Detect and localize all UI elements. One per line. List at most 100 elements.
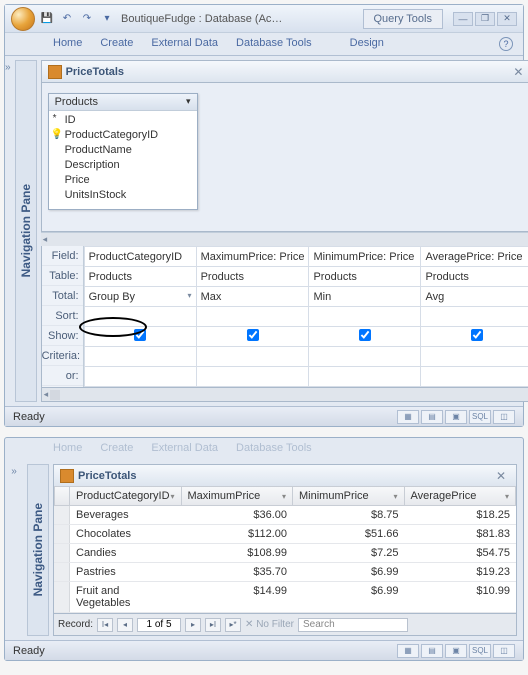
row-selector[interactable]: [54, 563, 70, 581]
table-row[interactable]: Beverages$36.00$8.75$18.25: [54, 506, 516, 525]
cell-cat[interactable]: Beverages: [70, 506, 182, 524]
table-row[interactable]: Chocolates$112.00$51.66$81.83: [54, 525, 516, 544]
col-productcategoryid[interactable]: ProductCategoryID▾: [70, 486, 182, 506]
cell-table-1[interactable]: Products: [196, 267, 309, 287]
table-menu-icon[interactable]: ▾: [186, 96, 191, 108]
cell-min[interactable]: $51.66: [293, 525, 405, 543]
col-averageprice[interactable]: AveragePrice▾: [405, 486, 517, 506]
tab-externaldata[interactable]: External Data: [151, 37, 218, 49]
field-description[interactable]: Description: [65, 158, 195, 173]
close-button[interactable]: ✕: [497, 12, 517, 26]
table-row[interactable]: Fruit and Vegetables$14.99$6.99$10.99: [54, 582, 516, 613]
cell-table-3[interactable]: Products: [421, 267, 528, 287]
total-dropdown-icon[interactable]: ▾: [188, 291, 192, 300]
contextual-tab-querytools[interactable]: Query Tools: [363, 9, 444, 29]
navigation-pane-collapsed-2[interactable]: Navigation Pane: [27, 464, 49, 636]
cell-max[interactable]: $108.99: [182, 544, 294, 562]
recnav-position[interactable]: [137, 618, 181, 632]
cell-or-3[interactable]: [421, 367, 528, 387]
table-products[interactable]: Products▾ * 💡 ID ProductCategoryID Produ…: [48, 93, 198, 210]
row-selector[interactable]: [54, 582, 70, 612]
view-datasheet-icon-2[interactable]: ▦: [397, 644, 419, 658]
cell-table-2[interactable]: Products: [309, 267, 421, 287]
cell-or-2[interactable]: [309, 367, 421, 387]
view-pivotchart-icon-2[interactable]: ▣: [445, 644, 467, 658]
cell-avg[interactable]: $19.23: [405, 563, 517, 581]
recnav-next-button[interactable]: ▸: [185, 618, 201, 632]
tab-databasetools[interactable]: Database Tools: [236, 37, 312, 49]
recnav-last-button[interactable]: ▸I: [205, 618, 221, 632]
table-row[interactable]: Pastries$35.70$6.99$19.23: [54, 563, 516, 582]
shutterbar-toggle[interactable]: »: [5, 56, 11, 406]
row-selector-header[interactable]: [54, 486, 70, 506]
tab-home[interactable]: Home: [53, 37, 82, 49]
cell-avg[interactable]: $81.83: [405, 525, 517, 543]
help-icon[interactable]: ?: [499, 37, 513, 51]
object-tab-2[interactable]: PriceTotals ✕: [53, 464, 517, 486]
recnav-nofilter[interactable]: ✕ No Filter: [245, 619, 294, 630]
cell-sort-0[interactable]: [84, 307, 196, 327]
field-id[interactable]: ID: [65, 113, 195, 128]
show-checkbox-0[interactable]: [134, 329, 146, 341]
cell-min[interactable]: $8.75: [293, 506, 405, 524]
navigation-pane-collapsed[interactable]: Navigation Pane: [15, 60, 37, 402]
cell-min[interactable]: $6.99: [293, 563, 405, 581]
view-pivotchart-icon[interactable]: ▣: [445, 410, 467, 424]
tab-design[interactable]: Design: [350, 37, 384, 49]
cell-total-3[interactable]: Avg: [421, 287, 528, 307]
field-price[interactable]: Price: [65, 173, 195, 188]
table-row[interactable]: Candies$108.99$7.25$54.75: [54, 544, 516, 563]
cell-criteria-3[interactable]: [421, 347, 528, 367]
cell-total-0[interactable]: Group By▾: [84, 287, 196, 307]
cell-field-2[interactable]: MinimumPrice: Price: [309, 247, 421, 267]
cell-show-0[interactable]: [84, 327, 196, 347]
show-checkbox-1[interactable]: [247, 329, 259, 341]
field-unitsinstock[interactable]: UnitsInStock: [65, 188, 195, 203]
cell-cat[interactable]: Fruit and Vegetables: [70, 582, 182, 612]
restore-button[interactable]: ❐: [475, 12, 495, 26]
cell-cat[interactable]: Candies: [70, 544, 182, 562]
view-sql-icon[interactable]: SQL: [469, 410, 491, 424]
cell-avg[interactable]: $18.25: [405, 506, 517, 524]
qbe-columns[interactable]: ProductCategoryID MaximumPrice: Price Mi…: [84, 246, 528, 387]
diagram-hscroll[interactable]: ◂▸: [41, 232, 528, 246]
object-tab[interactable]: PriceTotals ✕: [41, 60, 528, 82]
cell-sort-1[interactable]: [196, 307, 309, 327]
undo-icon[interactable]: ↶: [59, 11, 75, 27]
view-pivottable-icon[interactable]: ▤: [421, 410, 443, 424]
tab-create[interactable]: Create: [100, 37, 133, 49]
recnav-prev-button[interactable]: ◂: [117, 618, 133, 632]
cell-field-1[interactable]: MaximumPrice: Price: [196, 247, 309, 267]
row-selector[interactable]: [54, 525, 70, 543]
cell-total-1[interactable]: Max: [196, 287, 309, 307]
minimize-button[interactable]: —: [453, 12, 473, 26]
show-checkbox-3[interactable]: [471, 329, 483, 341]
recnav-first-button[interactable]: I◂: [97, 618, 113, 632]
datasheet[interactable]: ProductCategoryID▾ MaximumPrice▾ Minimum…: [53, 486, 517, 614]
cell-criteria-0[interactable]: [84, 347, 196, 367]
tab-close-icon[interactable]: ✕: [509, 65, 527, 79]
cell-show-2[interactable]: [309, 327, 421, 347]
cell-field-0[interactable]: ProductCategoryID: [84, 247, 196, 267]
cell-min[interactable]: $6.99: [293, 582, 405, 612]
show-checkbox-2[interactable]: [359, 329, 371, 341]
cell-show-1[interactable]: [196, 327, 309, 347]
cell-or-0[interactable]: [84, 367, 196, 387]
qbe-hscroll[interactable]: ◂: [41, 388, 528, 402]
cell-cat[interactable]: Chocolates: [70, 525, 182, 543]
cell-sort-3[interactable]: [421, 307, 528, 327]
cell-show-3[interactable]: [421, 327, 528, 347]
col-maximumprice[interactable]: MaximumPrice▾: [182, 486, 294, 506]
redo-icon[interactable]: ↷: [79, 11, 95, 27]
cell-max[interactable]: $35.70: [182, 563, 294, 581]
cell-max[interactable]: $36.00: [182, 506, 294, 524]
cell-sort-2[interactable]: [309, 307, 421, 327]
field-productcategoryid[interactable]: ProductCategoryID: [65, 128, 195, 143]
cell-max[interactable]: $14.99: [182, 582, 294, 612]
cell-min[interactable]: $7.25: [293, 544, 405, 562]
view-sql-icon-2[interactable]: SQL: [469, 644, 491, 658]
shutterbar-toggle-2[interactable]: »: [5, 460, 23, 640]
cell-cat[interactable]: Pastries: [70, 563, 182, 581]
row-selector[interactable]: [54, 544, 70, 562]
cell-total-2[interactable]: Min: [309, 287, 421, 307]
